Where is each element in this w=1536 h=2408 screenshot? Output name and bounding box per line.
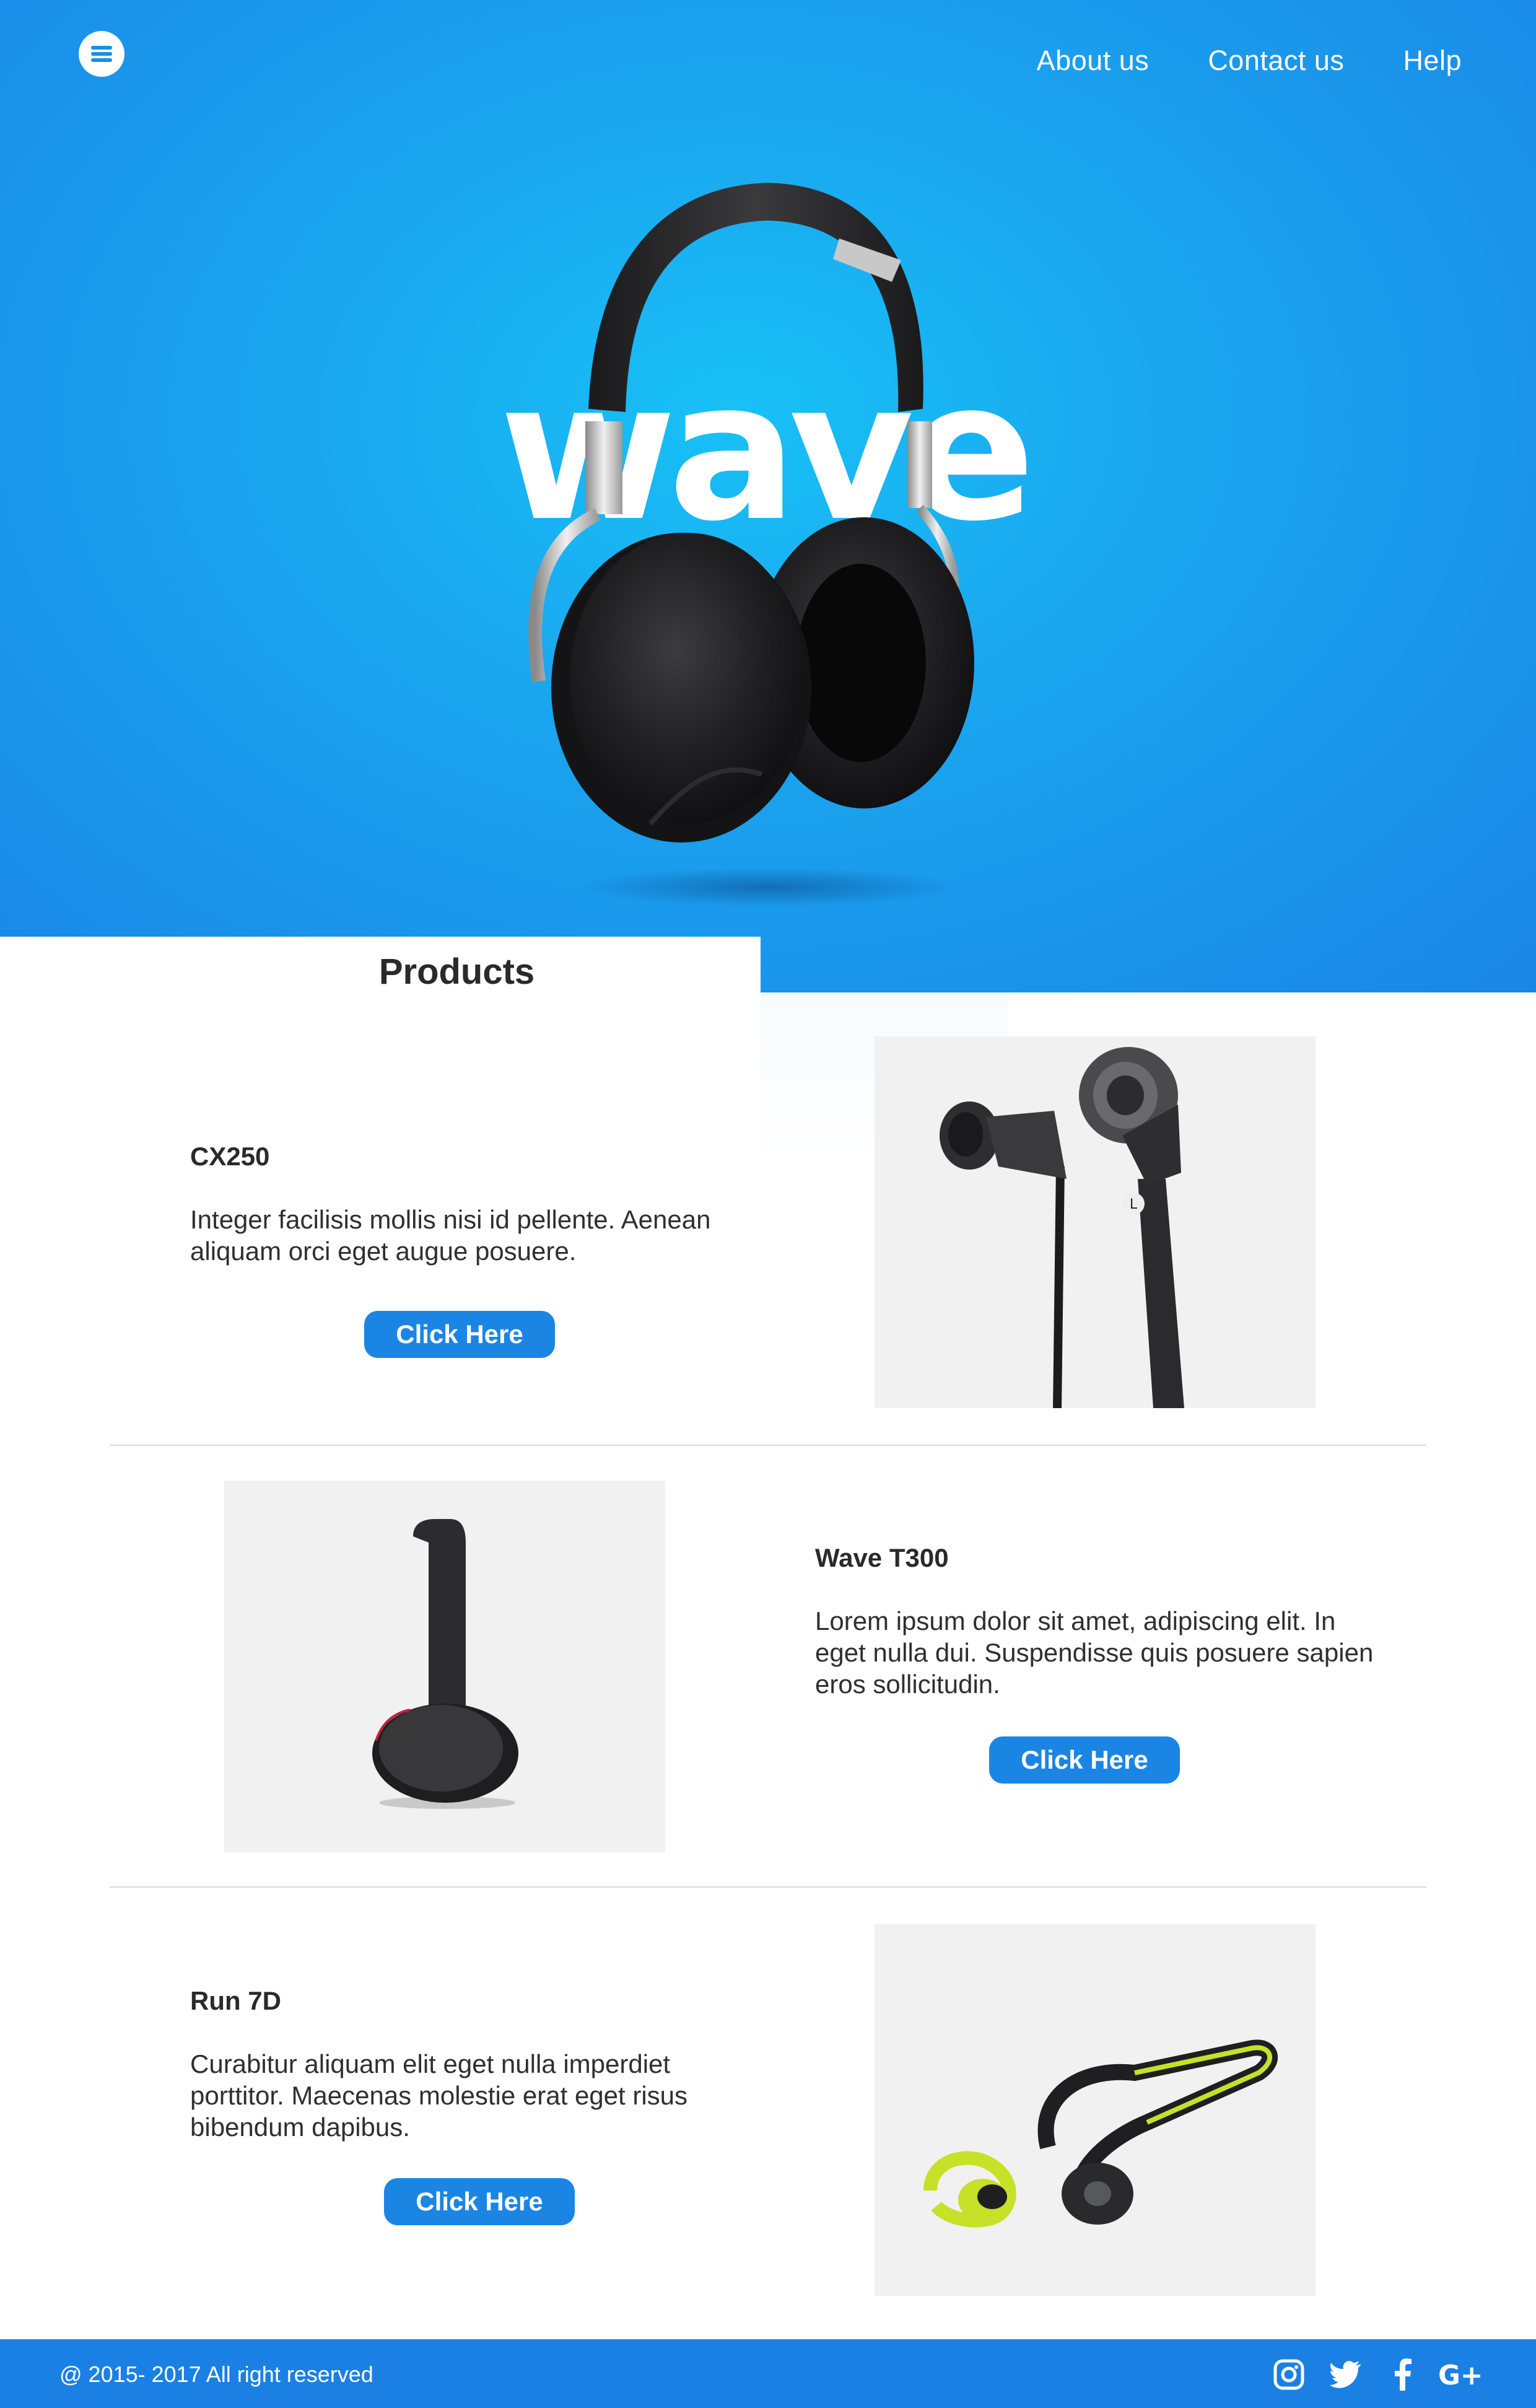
footer: @ 2015- 2017 All right reserved G+ [0,2339,1536,2408]
svg-text:L: L [1130,1197,1138,1212]
product-description-wave-t300: Lorem ipsum dolor sit amet, adipiscing e… [815,1606,1374,1699]
product-name-cx250: CX250 [190,1142,270,1171]
facebook-icon[interactable] [1381,2353,1425,2396]
sport-neckband-earphones-icon [923,2039,1278,2228]
product-divider [110,1445,1426,1446]
product-image-wave-t300 [224,1481,665,1852]
click-here-button-run-7d[interactable]: Click Here [384,2178,575,2225]
product-image-run-7d [875,1924,1316,2296]
click-here-button-cx250[interactable]: Click Here [364,1311,555,1358]
social-links: G+ [1254,2353,1481,2396]
google-plus-icon[interactable]: G+ [1438,2353,1481,2396]
product-image-cx250: L [875,1036,1316,1408]
product-name-run-7d: Run 7D [190,1986,281,2015]
product-description-run-7d: Curabitur aliquam elit eget nulla imperd… [190,2049,688,2142]
product-name-wave-t300: Wave T300 [815,1543,949,1572]
copyright-text: @ 2015- 2017 All right reserved [59,2362,373,2387]
instagram-icon[interactable] [1267,2353,1311,2396]
click-here-button-wave-t300[interactable]: Click Here [989,1736,1180,1784]
svg-text:G+: G+ [1438,2360,1481,2391]
in-ear-earphones-icon: L [940,1047,1184,1408]
hero-banner: About us Contact us Help wave [0,0,1536,992]
twitter-icon[interactable] [1324,2353,1368,2396]
on-ear-headphones-side-icon [372,1519,518,1809]
hero-headphones-image: wave [499,183,1037,907]
product-divider [110,1886,1426,1888]
product-description-cx250: Integer facilisis mollis nisi id pellent… [190,1205,711,1266]
products-heading: Products [378,952,535,992]
